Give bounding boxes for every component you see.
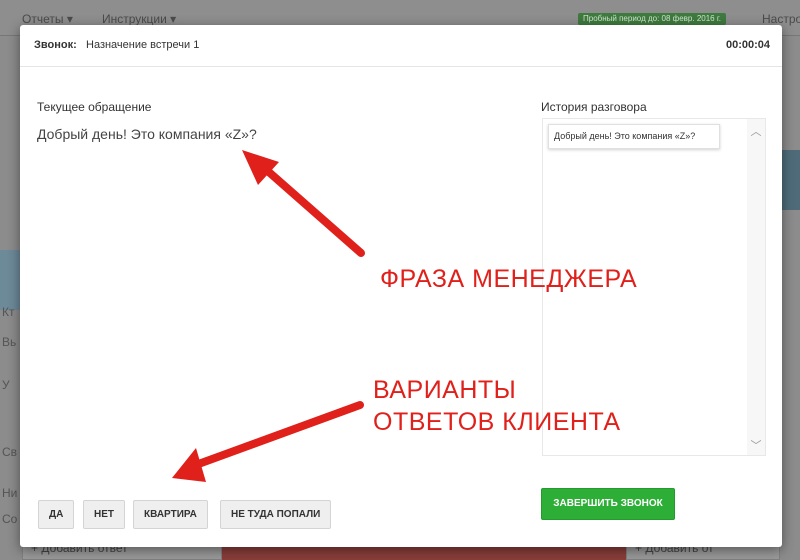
call-script-title: Назначение встречи 1 [86, 39, 200, 51]
bg-menu-settings: Настро [762, 12, 800, 26]
background-right-panel [780, 36, 800, 560]
bg-left-fragment: Кт [2, 305, 15, 319]
call-label: Звонок: [34, 39, 77, 51]
end-call-button[interactable]: ЗАВЕРШИТЬ ЗВОНОК [541, 488, 675, 520]
call-timer: 00:00:04 [725, 39, 770, 51]
modal-header: Звонок: Назначение встречи 1 00:00:04 [20, 25, 782, 67]
current-request-label: Текущее обращение [37, 100, 152, 114]
bg-left-fragment: У [2, 378, 10, 392]
bg-menu-reports: Отчеты ▾ [22, 12, 73, 26]
history-item: Добрый день! Это компания «Z»? [548, 124, 720, 149]
trial-badge: Пробный период до: 08 февр. 2016 г. [578, 13, 726, 25]
background-right-block [782, 150, 800, 210]
answer-yes-button[interactable]: ДА [38, 500, 75, 529]
manager-phrase-text: Добрый день! Это компания «Z»? [37, 126, 257, 142]
bg-left-fragment: Св [2, 445, 18, 459]
scroll-up-icon[interactable]: ︿ [747, 123, 765, 141]
bg-left-fragment: Со [2, 512, 18, 526]
annotation-manager-phrase: ФРАЗА МЕНЕДЖЕРА [380, 265, 638, 293]
background-left-block [0, 250, 22, 310]
bg-menu-instructions: Инструкции ▾ [102, 12, 177, 26]
bg-left-fragment: Вь [2, 335, 17, 349]
history-label: История разговора [541, 100, 647, 114]
bg-left-fragment: Ни [2, 486, 18, 500]
history-scrollbar[interactable]: ︿ ﹀ [747, 119, 765, 455]
answer-apartment-button[interactable]: КВАРТИРА [133, 500, 208, 529]
background-red-bar [222, 546, 626, 560]
annotation-client-answers-line1: ВАРИАНТЫ [373, 376, 517, 404]
scroll-down-icon[interactable]: ﹀ [747, 437, 765, 455]
answer-wrong-number-button[interactable]: НЕ ТУДА ПОПАЛИ [220, 500, 332, 529]
annotation-client-answers-line2: ОТВЕТОВ КЛИЕНТА [373, 408, 621, 436]
answer-no-button[interactable]: НЕТ [83, 500, 125, 529]
